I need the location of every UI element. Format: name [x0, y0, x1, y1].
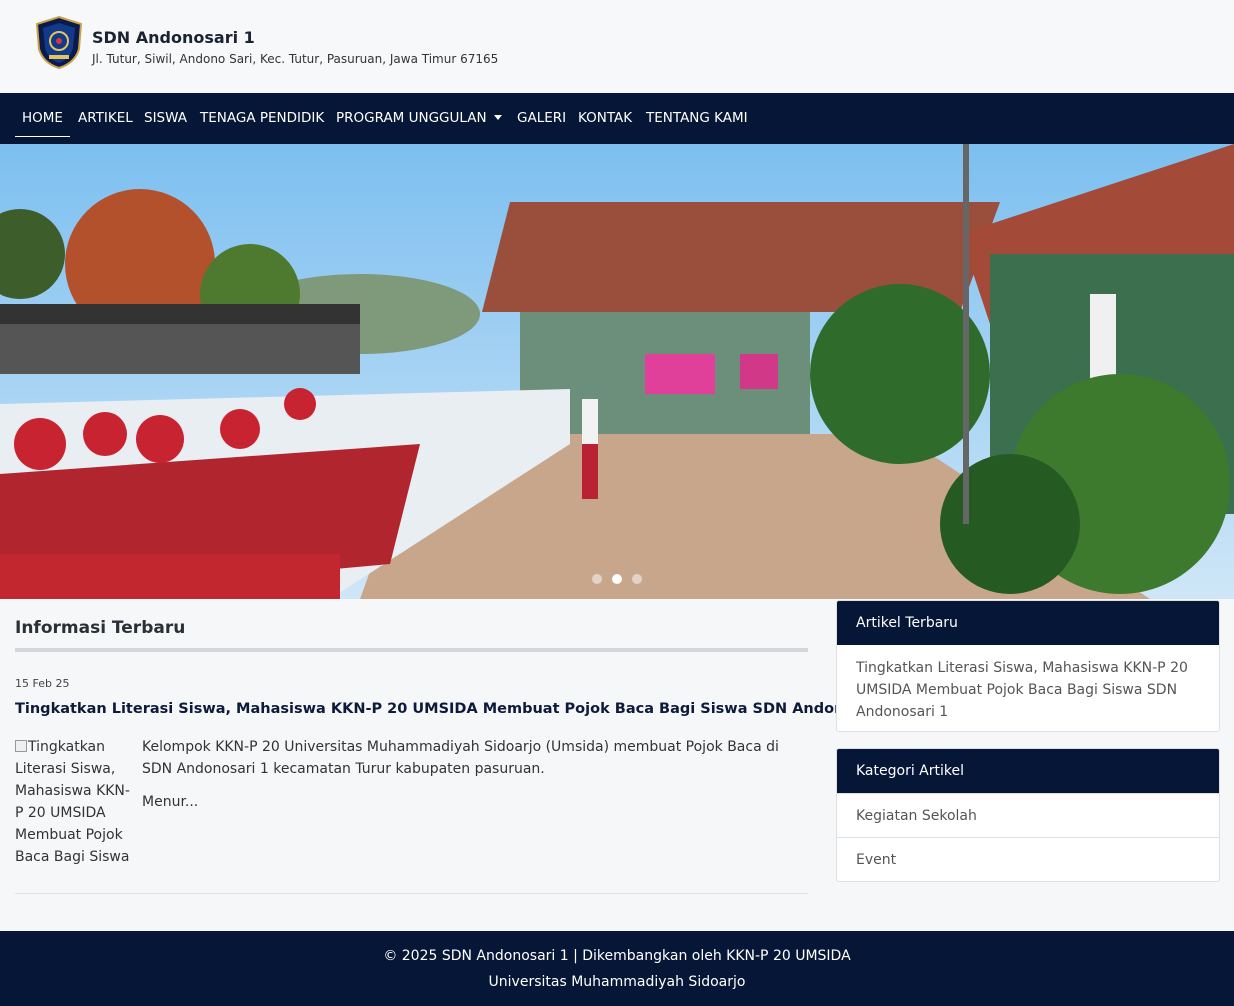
- post-date: 15 Feb 25: [15, 677, 70, 690]
- latest-articles-card: Artikel Terbaru Tingkatkan Literasi Sisw…: [836, 600, 1220, 732]
- nav-tentang-kami[interactable]: TENTANG KAMI: [646, 93, 748, 144]
- post-thumbnail-alt-text: Tingkatkan Literasi Siswa, Mahasiswa KKN…: [15, 739, 130, 865]
- nav-galeri[interactable]: GALERI: [517, 93, 566, 144]
- section-title: Informasi Terbaru: [15, 618, 186, 638]
- nav-artikel[interactable]: ARTIKEL: [78, 93, 133, 144]
- post-title-link[interactable]: Tingkatkan Literasi Siswa, Mahasiswa KKN…: [15, 701, 900, 717]
- nav-tenaga-pendidik[interactable]: TENAGA PENDIDIK: [200, 93, 324, 144]
- broken-image-icon: [15, 740, 27, 752]
- carousel-indicator-2[interactable]: [612, 574, 622, 584]
- site-header: SDN Andonosari 1 Jl. Tutur, Siwil, Andon…: [0, 0, 1234, 93]
- post-excerpt: Kelompok KKN-P 20 Universitas Muhammadiy…: [142, 739, 779, 777]
- categories-card: Kategori Artikel Kegiatan Sekolah Event: [836, 748, 1220, 882]
- categories-title: Kategori Artikel: [837, 749, 1219, 793]
- dropdown-caret-icon: [493, 115, 502, 120]
- nav-siswa[interactable]: SISWA: [144, 93, 187, 144]
- nav-kontak[interactable]: KONTAK: [578, 93, 632, 144]
- hero-carousel[interactable]: [0, 144, 1234, 599]
- site-name: SDN Andonosari 1: [92, 28, 255, 47]
- carousel-indicator-3[interactable]: [632, 574, 642, 584]
- category-item-event[interactable]: Event: [837, 837, 1219, 881]
- footer-university: Universitas Muhammadiyah Sidoarjo: [488, 974, 746, 990]
- site-footer: © 2025 SDN Andonosari 1 | Dikembangkan o…: [0, 931, 1234, 1006]
- section-divider: [15, 648, 808, 652]
- post-read-more[interactable]: Menur...: [142, 794, 198, 810]
- footer-copyright: © 2025 SDN Andonosari 1 | Dikembangkan o…: [383, 948, 851, 964]
- main-navbar: HOME ARTIKEL SISWA TENAGA PENDIDIK PROGR…: [0, 93, 1234, 144]
- post-divider: [15, 893, 808, 894]
- latest-articles-title: Artikel Terbaru: [837, 601, 1219, 645]
- nav-home[interactable]: HOME: [15, 93, 70, 144]
- school-logo[interactable]: [33, 15, 85, 70]
- nav-program-unggulan-label: PROGRAM UNGGULAN: [336, 110, 487, 126]
- category-item-kegiatan-sekolah[interactable]: Kegiatan Sekolah: [837, 793, 1219, 837]
- carousel-slide-image: [0, 144, 1234, 599]
- site-address: Jl. Tutur, Siwil, Andono Sari, Kec. Tutu…: [92, 52, 499, 66]
- post-thumbnail[interactable]: Tingkatkan Literasi Siswa, Mahasiswa KKN…: [15, 736, 133, 868]
- nav-program-unggulan-dropdown[interactable]: PROGRAM UNGGULAN: [336, 93, 502, 144]
- latest-article-link[interactable]: Tingkatkan Literasi Siswa, Mahasiswa KKN…: [837, 645, 1219, 731]
- carousel-indicator-1[interactable]: [592, 574, 602, 584]
